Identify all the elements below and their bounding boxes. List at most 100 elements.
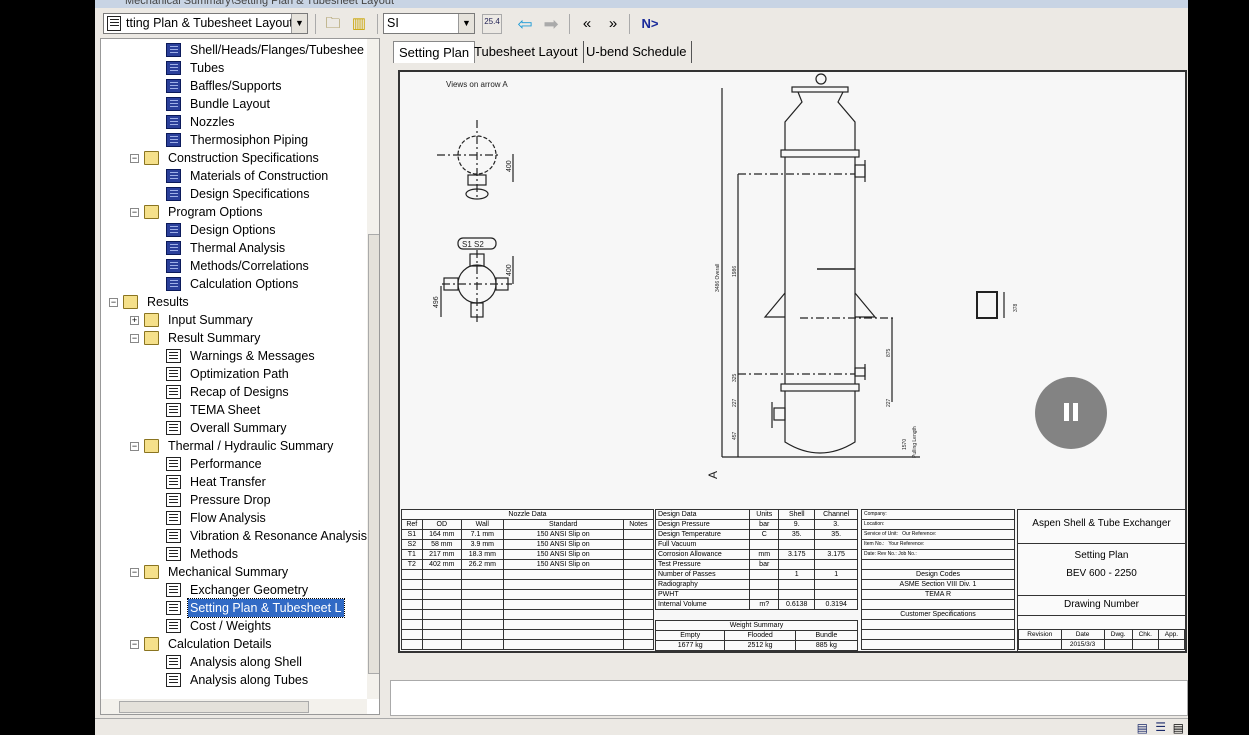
tree-horizontal-scrollbar[interactable] — [101, 699, 367, 714]
collapse-icon[interactable]: − — [109, 298, 118, 307]
table-cell: Design Data — [654, 509, 751, 520]
table-cell: Dwg. — [1103, 629, 1133, 640]
collapse-icon[interactable]: − — [130, 154, 139, 163]
result-page-icon — [166, 349, 181, 363]
tree-item-label: Exchanger Geometry — [190, 583, 309, 597]
tree-item-label: Input Summary — [168, 313, 253, 327]
table-cell: 150 ANSI Slip on — [502, 529, 624, 540]
side-view: 378 — [976, 291, 1019, 319]
tree-item-label: Optimization Path — [190, 367, 289, 381]
table-cell: C — [749, 529, 780, 540]
tree-item-label: Shell/Heads/Flanges/Tubeshee — [190, 43, 364, 57]
chevron-down-icon[interactable]: ▼ — [291, 14, 307, 33]
table-cell: 35. — [778, 529, 816, 540]
dim-label: 378 — [1013, 303, 1019, 312]
table-cell: 3.175 — [814, 549, 858, 560]
tab-setting-plan[interactable]: Setting Plan — [393, 41, 476, 63]
scroll-thumb[interactable] — [119, 701, 309, 713]
collapse-icon[interactable]: − — [130, 568, 139, 577]
pause-button[interactable] — [1035, 377, 1107, 449]
back-arrow-icon[interactable]: ⇦ — [515, 14, 535, 34]
dim-label: 227 — [886, 398, 892, 407]
dim-label: 1570 — [902, 439, 908, 450]
scroll-thumb[interactable] — [368, 234, 379, 674]
status-bar: ▤ ☰ ▤ — [95, 718, 1188, 735]
tree-item-label: Calculation Options — [190, 277, 299, 291]
design-code: ASME Section VIII Div. 1 — [861, 579, 1015, 590]
list-icon[interactable]: ☰ — [1155, 720, 1166, 734]
navigation-tree[interactable]: Shell/Heads/Flanges/Tubeshee Tubes Baffles… — [100, 38, 380, 715]
folder-icon — [144, 637, 159, 651]
folder-icon — [144, 331, 159, 345]
title-block: Aspen Shell & Tube Exchanger Setting Pla… — [1017, 509, 1186, 652]
table-cell — [749, 569, 780, 580]
table-title: Nozzle Data — [401, 509, 654, 520]
table-cell: 58 mm — [421, 539, 462, 550]
tab-u-bend-schedule[interactable]: U-bend Schedule — [581, 41, 693, 63]
tree-item-label: Recap of Designs — [190, 385, 289, 399]
page-icon[interactable]: ▤ — [1173, 721, 1184, 735]
tree-item-label: Overall Summary — [190, 421, 287, 435]
tree-item-label: Vibration & Resonance Analysis — [190, 529, 367, 543]
next-icon[interactable]: » — [603, 14, 623, 34]
chevron-down-icon[interactable]: ▼ — [458, 14, 474, 33]
setting-plan-drawing: Views on arrow A 400 S1 S2 400 496 3486 … — [398, 70, 1187, 653]
result-page-icon — [166, 655, 181, 669]
view-s1-s2: S1 S2 400 496 — [433, 237, 514, 324]
tree-item-label: Program Options — [168, 205, 263, 219]
table-cell: Design Temperature — [654, 529, 751, 540]
title-bar: Mechanical Summary\Setting Plan & Tubesh… — [95, 0, 1188, 8]
next-input-button[interactable]: N> — [637, 14, 663, 34]
previous-icon[interactable]: « — [577, 14, 597, 34]
revision-table: Revision Date Dwg. Chk. App. 2015/3/3 — [1018, 629, 1186, 650]
folder-icon — [144, 151, 159, 165]
tree-item-label: Cost / Weights — [190, 619, 272, 633]
drawing-number-label: Drawing Number — [1018, 596, 1185, 616]
tree-toggle-icon[interactable]: ▥ — [349, 14, 369, 34]
collapse-icon[interactable]: − — [130, 442, 139, 451]
tree-item-label: Result Summary — [168, 331, 261, 345]
table-cell: Chk. — [1131, 629, 1159, 640]
title-block-company: Aspen Shell & Tube Exchanger — [1018, 510, 1185, 544]
table-cell — [749, 539, 780, 550]
dim-label: 227 — [732, 398, 738, 407]
dim-label: 875 — [886, 348, 892, 357]
unit-convert-icon[interactable]: 25.4 — [482, 14, 502, 34]
table-cell: bar — [749, 519, 780, 530]
table-cell: 3.175 — [778, 549, 816, 560]
folder-icon — [144, 439, 159, 453]
table-cell: 7.1 mm — [460, 529, 504, 540]
input-form-icon — [166, 61, 181, 75]
dim-label: 3486 Overall — [715, 264, 721, 292]
tab-tubesheet-layout[interactable]: Tubesheet Layout — [469, 41, 584, 63]
collapse-icon[interactable]: − — [130, 208, 139, 217]
table-cell: Channel — [814, 509, 858, 520]
collapse-icon[interactable]: − — [130, 334, 139, 343]
input-form-icon — [166, 259, 181, 273]
tree-item-label: Thermal / Hydraulic Summary — [168, 439, 334, 453]
tree-item-label: Methods — [190, 547, 238, 561]
table-cell: 0.3194 — [814, 599, 858, 610]
tree-item-label: Analysis along Shell — [190, 655, 302, 669]
folder-up-icon[interactable]: 🗀 — [323, 14, 343, 34]
table-cell: S1 — [401, 529, 423, 540]
view-icon[interactable]: ▤ — [1137, 721, 1148, 735]
tree-item-label: Baffles/Supports — [190, 79, 282, 93]
expand-icon[interactable]: + — [130, 316, 139, 325]
table-cell: 0.6138 — [778, 599, 816, 610]
units-combo[interactable]: SI ▼ — [383, 13, 475, 34]
result-page-icon — [166, 529, 181, 543]
form-selector-combo[interactable]: tting Plan & Tubesheet Layout ▼ — [103, 13, 308, 34]
table-cell: Full Vacuum — [654, 539, 751, 550]
table-cell: App. — [1157, 629, 1186, 640]
forward-arrow-icon[interactable]: ➡ — [541, 14, 561, 34]
input-form-icon — [166, 169, 181, 183]
result-page-icon — [166, 583, 181, 597]
table-cell: mm — [749, 549, 780, 560]
collapse-icon[interactable]: − — [130, 640, 139, 649]
table-cell: bar — [749, 559, 780, 570]
tree-vertical-scrollbar[interactable] — [367, 39, 379, 699]
folder-icon — [144, 313, 159, 327]
revision-date: 2015/3/3 — [1060, 639, 1105, 650]
table-cell — [622, 529, 655, 540]
